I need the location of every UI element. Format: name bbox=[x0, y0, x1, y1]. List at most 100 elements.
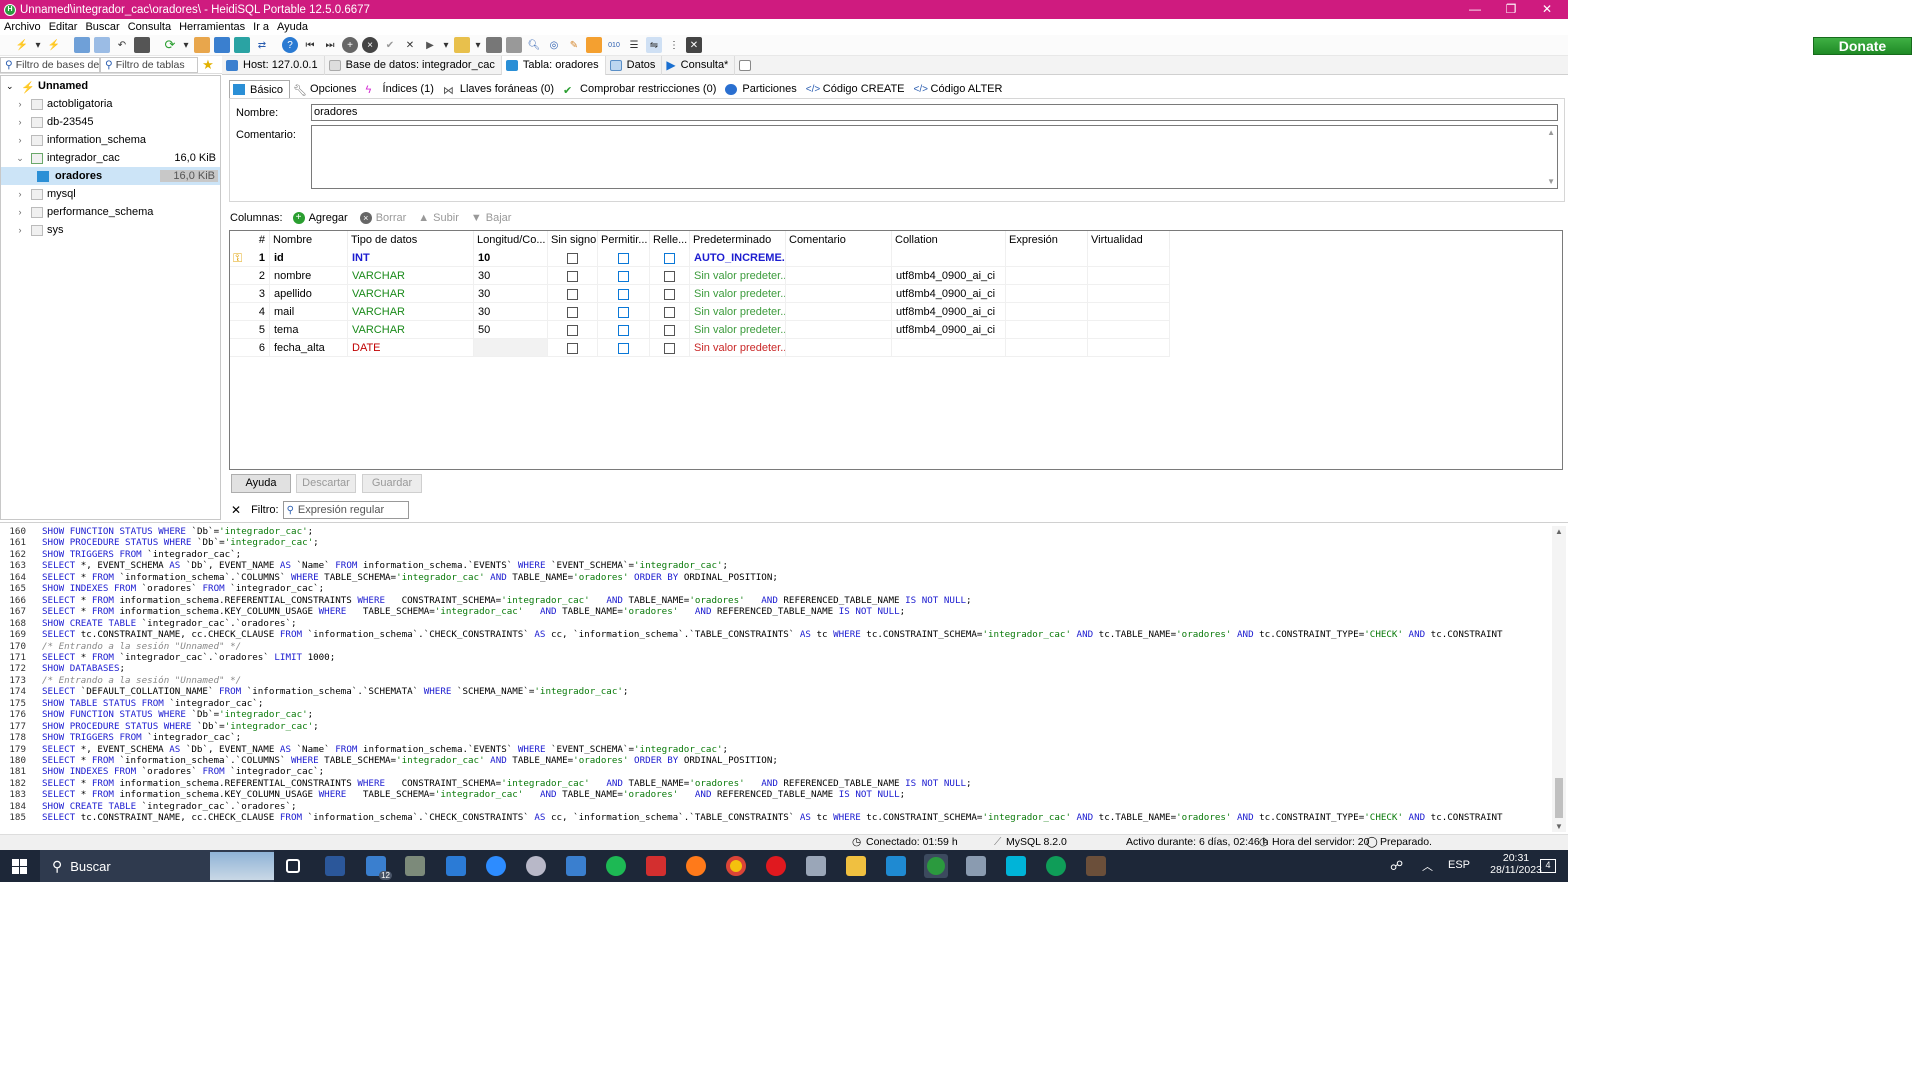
scroll-up-icon[interactable]: ▲ bbox=[1547, 128, 1555, 137]
scroll-up-icon[interactable]: ▲ bbox=[1555, 527, 1563, 536]
cell-n[interactable]: 3 bbox=[230, 285, 270, 303]
new-query-tab-button[interactable] bbox=[735, 56, 762, 75]
cell-collation[interactable]: utf8mb4_0900_ai_ci bbox=[892, 285, 1006, 303]
opera-icon[interactable] bbox=[766, 856, 786, 876]
close-tab-icon[interactable]: ✕ bbox=[686, 37, 702, 53]
cell-comment[interactable] bbox=[786, 339, 892, 357]
tab-codigo-create[interactable]: </> Código CREATE bbox=[803, 80, 911, 98]
tree-item-performance-schema[interactable]: › performance_schema bbox=[1, 203, 220, 221]
cell-default[interactable]: Sin valor predeter... bbox=[690, 303, 786, 321]
tree-item-sys[interactable]: › sys bbox=[1, 221, 220, 239]
disconnect-icon[interactable]: ⚡ bbox=[46, 37, 62, 53]
cell-unsigned[interactable] bbox=[548, 339, 598, 357]
cell-zerofill[interactable] bbox=[650, 249, 690, 267]
cell-comment[interactable] bbox=[786, 303, 892, 321]
maximize-button[interactable]: ❐ bbox=[1493, 0, 1529, 19]
chevron-up-icon[interactable]: ︿ bbox=[1422, 858, 1433, 874]
dropdown-arrow-icon[interactable]: ▾ bbox=[182, 37, 190, 53]
cell-unsigned[interactable] bbox=[548, 267, 598, 285]
cell-zerofill[interactable] bbox=[650, 285, 690, 303]
discard-button[interactable]: Descartar bbox=[296, 474, 356, 493]
menu-ir-a[interactable]: Ir a bbox=[249, 21, 273, 33]
expand-chevron-icon[interactable]: › bbox=[15, 117, 25, 127]
header-num[interactable]: # bbox=[230, 231, 270, 249]
collapse-chevron-icon[interactable]: ⌄ bbox=[15, 153, 25, 164]
tab-data[interactable]: Datos bbox=[606, 55, 663, 75]
cell-collation[interactable] bbox=[892, 339, 1006, 357]
cell-len[interactable]: 50 bbox=[474, 321, 548, 339]
table-row[interactable]: 3 apellido VARCHAR 30 Sin valor predeter... u… bbox=[230, 285, 1170, 303]
cell-comment[interactable] bbox=[786, 321, 892, 339]
cell-collation[interactable]: utf8mb4_0900_ai_ci bbox=[892, 303, 1006, 321]
help-icon[interactable]: ? bbox=[282, 37, 298, 53]
menu-consulta[interactable]: Consulta bbox=[124, 21, 175, 33]
cell-name[interactable]: id bbox=[270, 249, 348, 267]
game-icon[interactable] bbox=[526, 856, 546, 876]
find-icon[interactable]: 🔍︎ bbox=[526, 37, 542, 53]
menu-herramientas[interactable]: Herramientas bbox=[175, 21, 249, 33]
cell-len[interactable]: 10 bbox=[474, 249, 548, 267]
tree-item-oradores[interactable]: oradores 16,0 KiB bbox=[1, 167, 220, 185]
run-query-icon[interactable]: ▶ bbox=[422, 37, 438, 53]
refresh-icon[interactable]: ⟳ bbox=[162, 37, 178, 53]
tab-database[interactable]: Base de datos: integrador_cac bbox=[325, 55, 502, 75]
menu-archivo[interactable]: Archivo bbox=[0, 21, 45, 33]
cell-expr[interactable] bbox=[1006, 321, 1088, 339]
cell-zerofill[interactable] bbox=[650, 303, 690, 321]
unsigned-checkbox[interactable] bbox=[567, 325, 578, 336]
cell-len[interactable] bbox=[474, 339, 548, 357]
cell-unsigned[interactable] bbox=[548, 321, 598, 339]
nullable-checkbox[interactable] bbox=[618, 271, 629, 282]
cell-unsigned[interactable] bbox=[548, 303, 598, 321]
tab-comprobar-restricciones[interactable]: ✔ Comprobar restricciones (0) bbox=[560, 80, 722, 98]
cell-name[interactable]: fecha_alta bbox=[270, 339, 348, 357]
tab-host[interactable]: Host: 127.0.0.1 bbox=[222, 55, 325, 75]
table-filter-input[interactable]: ⚲ Filtro de tablas bbox=[100, 57, 198, 73]
nullable-checkbox[interactable] bbox=[618, 307, 629, 318]
zerofill-checkbox[interactable] bbox=[664, 271, 675, 282]
open-folder-icon[interactable] bbox=[454, 37, 470, 53]
tab-codigo-alter[interactable]: </> Código ALTER bbox=[911, 80, 1009, 98]
unsigned-checkbox[interactable] bbox=[567, 271, 578, 282]
language-indicator[interactable]: ESP bbox=[1448, 859, 1470, 871]
link-icon[interactable]: ⇋ bbox=[646, 37, 662, 53]
nullable-checkbox[interactable] bbox=[618, 343, 629, 354]
minimize-button[interactable]: — bbox=[1457, 0, 1493, 19]
delete-column-button[interactable]: × Borrar bbox=[359, 212, 406, 224]
tab-query[interactable]: ▶ Consulta* bbox=[662, 55, 736, 75]
dropdown-arrow-icon[interactable]: ▾ bbox=[34, 37, 42, 53]
file-explorer-icon[interactable] bbox=[846, 856, 866, 876]
dropdown-arrow-icon[interactable]: ▾ bbox=[442, 37, 450, 53]
zerofill-checkbox[interactable] bbox=[664, 253, 675, 264]
tree-item-actobligatoria[interactable]: › actobligatoria bbox=[1, 95, 220, 113]
cell-n[interactable]: ⚿ 1 bbox=[230, 249, 270, 267]
cell-type[interactable]: VARCHAR bbox=[348, 285, 474, 303]
unsigned-checkbox[interactable] bbox=[567, 289, 578, 300]
tree-item-mysql[interactable]: › mysql bbox=[1, 185, 220, 203]
cell-collation[interactable]: utf8mb4_0900_ai_ci bbox=[892, 321, 1006, 339]
cell-expr[interactable] bbox=[1006, 303, 1088, 321]
tree-item-information-schema[interactable]: › information_schema bbox=[1, 131, 220, 149]
tab-particiones[interactable]: Particiones bbox=[722, 80, 802, 98]
cell-default[interactable]: AUTO_INCREME... bbox=[690, 249, 786, 267]
header-permitir[interactable]: Permitir... bbox=[598, 231, 650, 249]
import-icon[interactable] bbox=[214, 37, 230, 53]
menu-editar[interactable]: Editar bbox=[45, 21, 82, 33]
session-manager-icon[interactable]: ⚡ bbox=[14, 37, 30, 53]
cell-nullable[interactable] bbox=[598, 339, 650, 357]
clear-icon[interactable]: ✎ bbox=[566, 37, 582, 53]
export-icon[interactable] bbox=[234, 37, 250, 53]
cell-len[interactable]: 30 bbox=[474, 267, 548, 285]
mail-icon[interactable]: 12 bbox=[366, 856, 392, 880]
cell-zerofill[interactable] bbox=[650, 339, 690, 357]
nullable-checkbox[interactable] bbox=[618, 253, 629, 264]
cell-type[interactable]: INT bbox=[348, 249, 474, 267]
header-sin-signo[interactable]: Sin signo bbox=[548, 231, 598, 249]
unsigned-checkbox[interactable] bbox=[567, 343, 578, 354]
cell-virt[interactable] bbox=[1088, 267, 1170, 285]
header-relleno[interactable]: Relle... bbox=[650, 231, 690, 249]
print-icon[interactable] bbox=[134, 37, 150, 53]
header-longitud[interactable]: Longitud/Co... bbox=[474, 231, 548, 249]
favorites-star-icon[interactable]: ★ bbox=[198, 57, 218, 73]
table-name-input[interactable]: oradores bbox=[311, 104, 1558, 121]
